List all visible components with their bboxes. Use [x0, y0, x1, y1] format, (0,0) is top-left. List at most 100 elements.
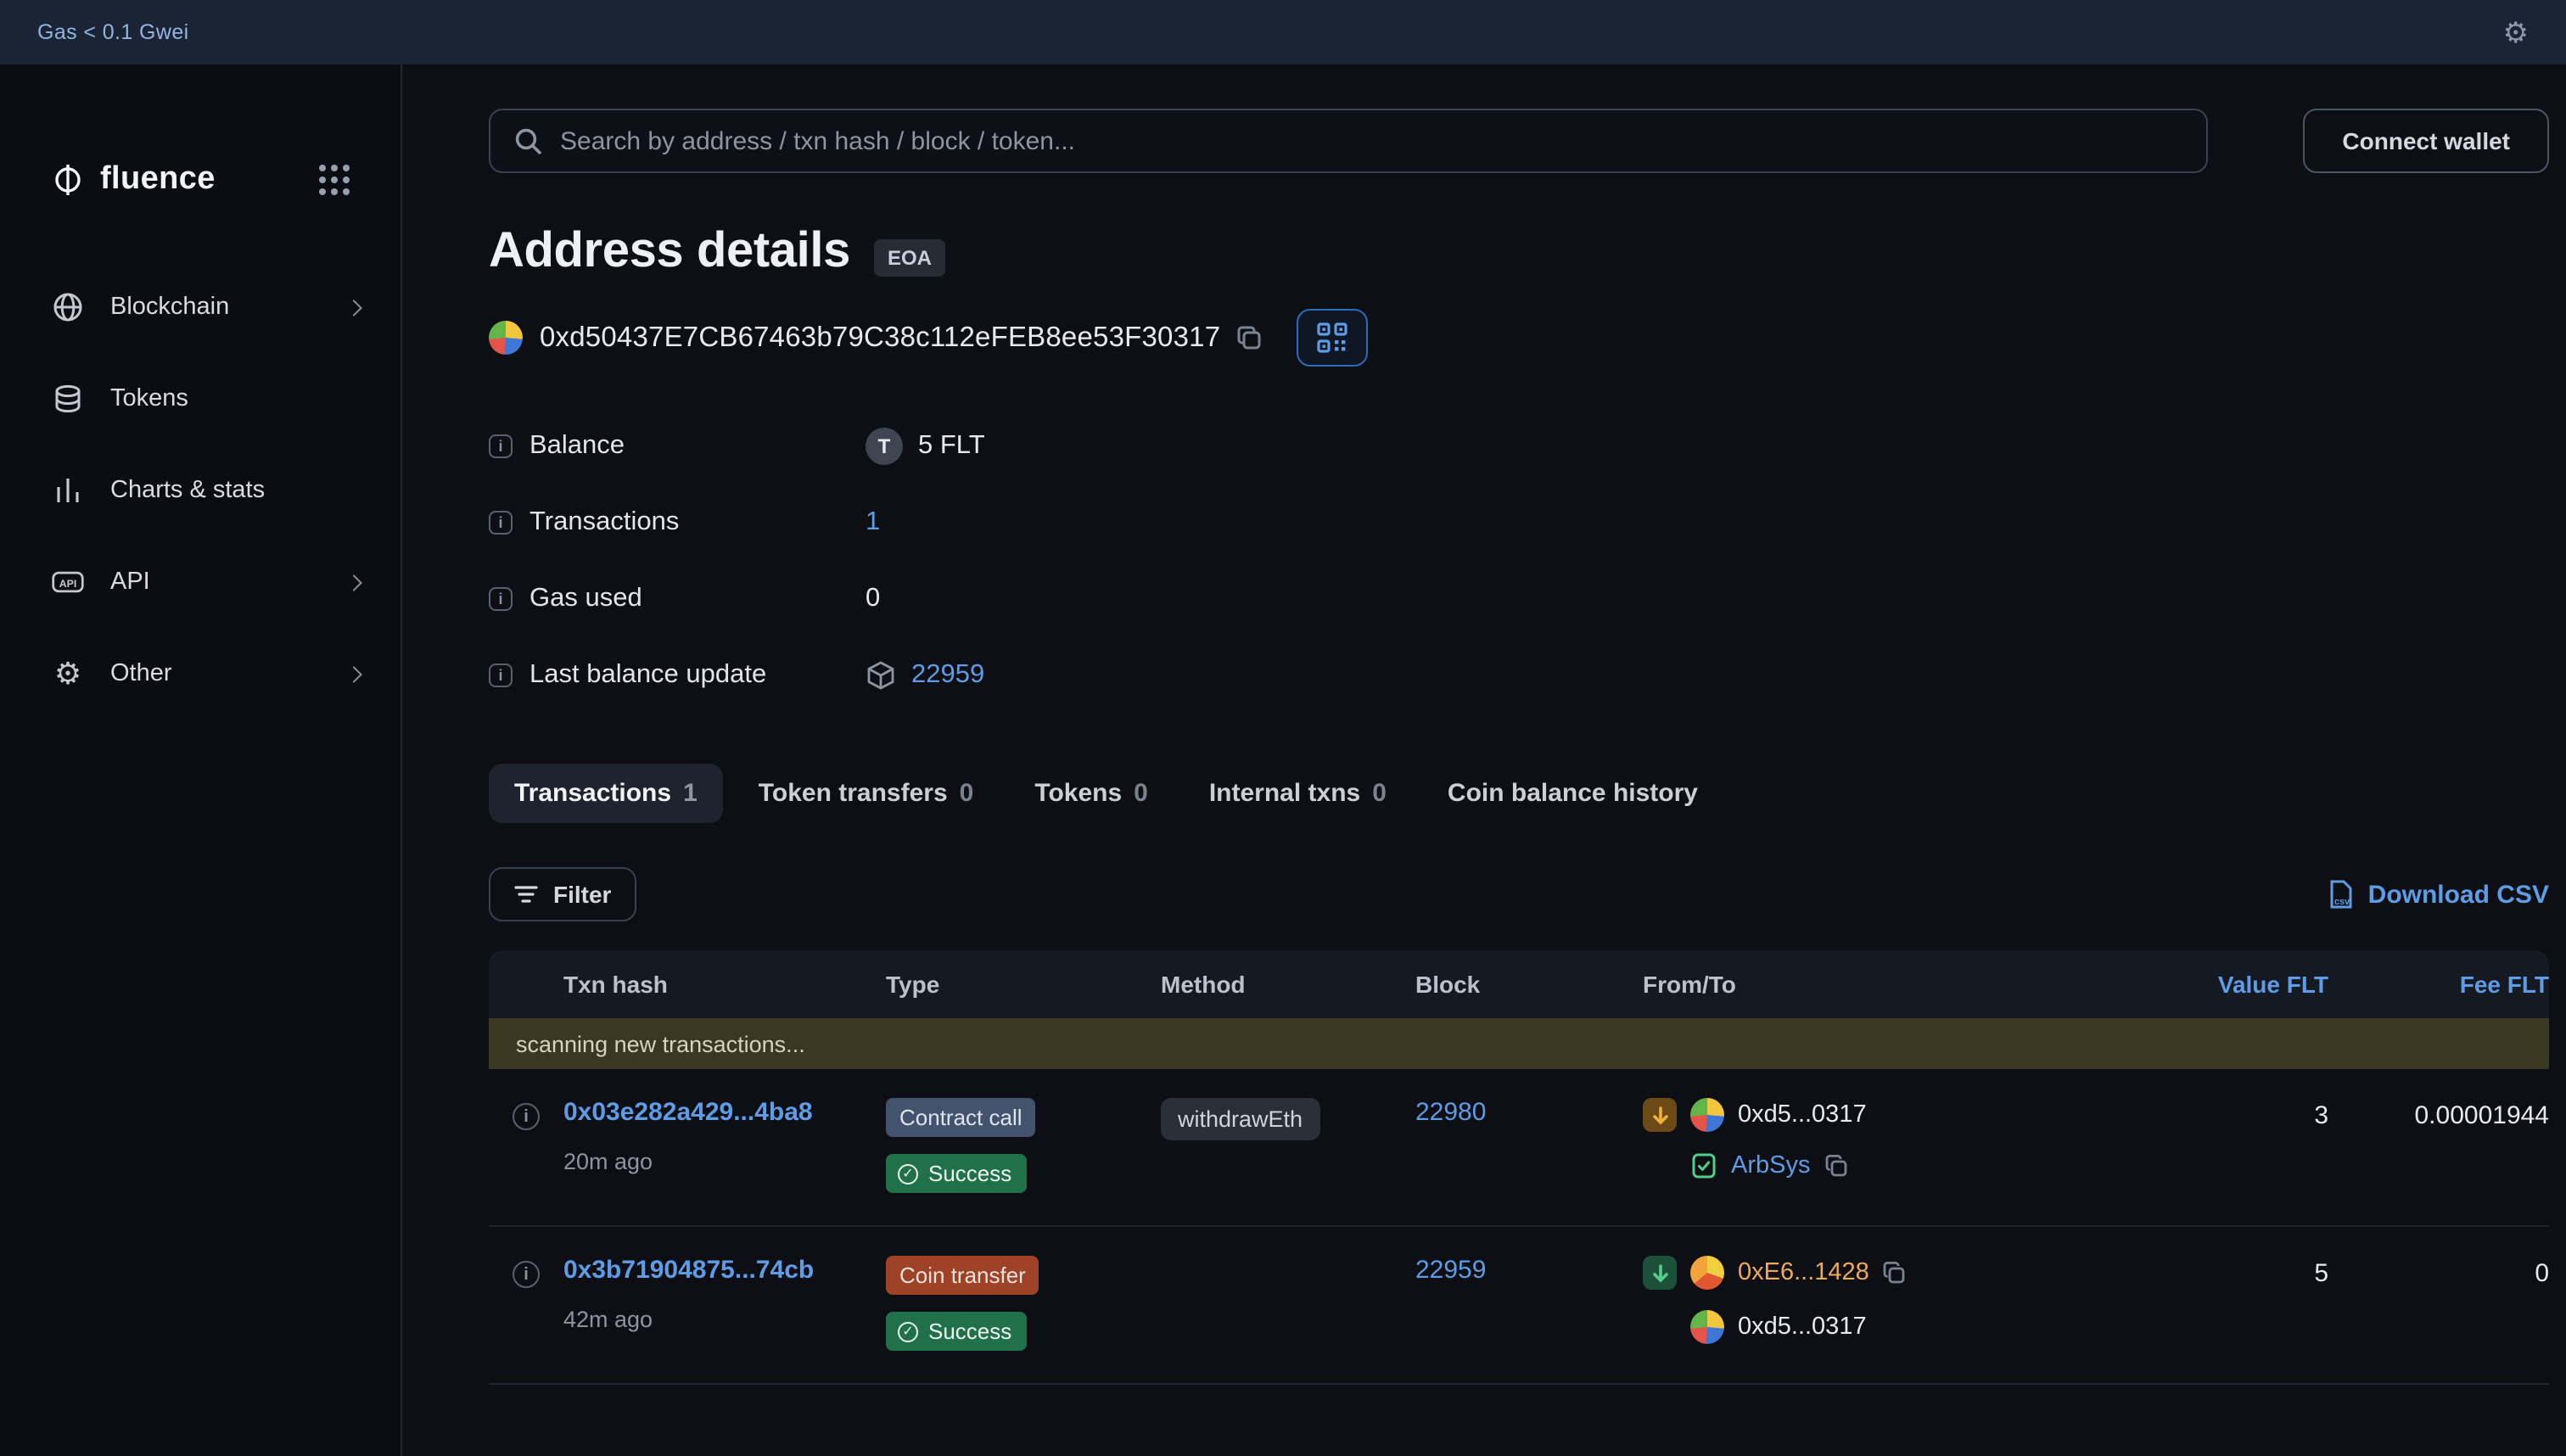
- transactions-count-link[interactable]: 1: [866, 507, 880, 537]
- sidebar-item-label: Tokens: [110, 385, 188, 412]
- sidebar-item-api[interactable]: API API: [0, 536, 401, 628]
- tab-bar: Transactions1 Token transfers0 Tokens0 I…: [489, 764, 2549, 823]
- copy-address-icon[interactable]: [1235, 324, 1263, 351]
- chevron-right-icon: [345, 299, 362, 316]
- search-input[interactable]: [560, 126, 2182, 155]
- coins-icon: [51, 382, 85, 416]
- status-badge: ✓Success: [886, 1312, 1027, 1351]
- sidebar-item-tokens[interactable]: Tokens: [0, 353, 401, 445]
- address-info: iBalance T5 FLT iTransactions 1 iGas use…: [489, 407, 2549, 713]
- info-hint-icon: i: [489, 434, 513, 457]
- tab-tokens[interactable]: Tokens0: [1009, 764, 1174, 823]
- value-cell: 5: [2176, 1256, 2328, 1288]
- tab-label: Transactions: [514, 779, 671, 808]
- tab-count: 0: [1134, 779, 1148, 808]
- tab-label: Token transfers: [759, 779, 948, 808]
- tab-label: Internal txns: [1209, 779, 1360, 808]
- sidebar-item-label: Blockchain: [110, 294, 229, 321]
- svg-text:csv: csv: [2335, 897, 2350, 907]
- last-balance-update-link[interactable]: 22959: [911, 659, 984, 690]
- download-csv-label: Download CSV: [2368, 880, 2549, 909]
- gas-used-value: 0: [866, 583, 880, 613]
- column-header-value[interactable]: Value FLT: [2176, 971, 2328, 998]
- balance-label: Balance: [529, 430, 625, 461]
- fluence-logo[interactable]: fluence: [0, 156, 401, 204]
- sidebar-item-label: Other: [110, 660, 172, 687]
- qr-code-button[interactable]: [1297, 309, 1368, 367]
- sidebar: fluence Blockchain Tokens: [0, 64, 402, 1456]
- scanning-banner: scanning new transactions...: [489, 1018, 2549, 1069]
- column-header-method: Method: [1161, 971, 1415, 998]
- status-badge: ✓Success: [886, 1154, 1027, 1193]
- info-hint-icon: i: [489, 586, 513, 610]
- info-hint-icon: i: [489, 663, 513, 686]
- tab-label: Coin balance history: [1448, 779, 1698, 808]
- direction-out-icon: [1643, 1098, 1677, 1132]
- svg-text:API: API: [59, 578, 77, 590]
- tab-transactions[interactable]: Transactions 1: [489, 764, 723, 823]
- settings-gear-icon[interactable]: ⚙: [2503, 18, 2530, 47]
- filter-button[interactable]: Filter: [489, 867, 636, 921]
- gas-tracker[interactable]: Gas < 0.1 Gwei: [37, 20, 189, 44]
- type-badge: Coin transfer: [886, 1256, 1039, 1295]
- to-contract-link[interactable]: ArbSys: [1731, 1152, 1811, 1179]
- transactions-label: Transactions: [529, 507, 679, 537]
- sidebar-item-charts-stats[interactable]: Charts & stats: [0, 445, 401, 536]
- topbar: Gas < 0.1 Gwei ⚙: [0, 0, 2566, 64]
- gear-icon: ⚙: [51, 657, 85, 691]
- apps-grid-icon[interactable]: [319, 165, 350, 195]
- method-badge: withdrawEth: [1161, 1098, 1319, 1140]
- fee-cell: 0: [2328, 1256, 2549, 1288]
- main-content: Connect wallet Address details EOA 0xd50…: [402, 64, 2566, 1456]
- txn-hash-link[interactable]: 0x03e282a429...4ba8: [563, 1098, 813, 1127]
- csv-icon: csv: [2328, 879, 2355, 910]
- sidebar-item-blockchain[interactable]: Blockchain: [0, 261, 401, 353]
- block-cube-icon: [866, 659, 896, 690]
- last-balance-update-label: Last balance update: [529, 659, 766, 690]
- search-icon: [514, 126, 543, 155]
- table-row: i 0x3b71904875...74cb 42m ago Coin trans…: [489, 1227, 2549, 1385]
- globe-icon: [51, 290, 85, 324]
- app-window: Gas < 0.1 Gwei ⚙ fluence Blockchain: [0, 0, 2566, 1456]
- tx-info-icon[interactable]: i: [513, 1103, 540, 1130]
- tab-internal-txns[interactable]: Internal txns 0: [1184, 764, 1412, 823]
- address-hash: 0xd50437E7CB67463b79C38c112eFEB8ee53F303…: [540, 322, 1220, 354]
- block-link[interactable]: 22959: [1415, 1256, 1486, 1285]
- txn-hash-link[interactable]: 0x3b71904875...74cb: [563, 1256, 814, 1285]
- block-link[interactable]: 22980: [1415, 1098, 1486, 1127]
- copy-icon[interactable]: [1883, 1261, 1907, 1285]
- info-row-balance: iBalance T5 FLT: [489, 407, 2549, 484]
- sidebar-item-other[interactable]: ⚙ Other: [0, 628, 401, 720]
- address-avatar: [489, 321, 523, 355]
- tab-count: 0: [1372, 779, 1387, 808]
- tab-token-transfers[interactable]: Token transfers0: [733, 764, 1000, 823]
- info-row-transactions: iTransactions 1: [489, 484, 2549, 560]
- download-csv-link[interactable]: csv Download CSV: [2328, 879, 2549, 910]
- from-avatar: [1690, 1098, 1724, 1132]
- phi-logo-icon: [51, 163, 85, 197]
- page-title: Address details: [489, 224, 850, 280]
- connect-wallet-button[interactable]: Connect wallet: [2303, 109, 2549, 173]
- direction-in-icon: [1643, 1256, 1677, 1290]
- from-address[interactable]: 0xd5...0317: [1738, 1101, 1867, 1128]
- tx-info-icon[interactable]: i: [513, 1261, 540, 1288]
- eoa-badge: EOA: [874, 238, 945, 276]
- chevron-right-icon: [345, 574, 362, 591]
- api-icon: API: [51, 565, 85, 599]
- table-toolbar: Filter csv Download CSV: [489, 867, 2549, 921]
- tab-coin-balance-history[interactable]: Coin balance history: [1422, 764, 1723, 823]
- table-header: Txn hash Type Method Block From/To Value…: [489, 950, 2549, 1018]
- check-icon: ✓: [898, 1163, 918, 1184]
- gas-used-label: Gas used: [529, 583, 642, 613]
- info-row-gas-used: i Gas used 0: [489, 560, 2549, 636]
- from-address-link[interactable]: 0xE6...1428: [1738, 1259, 1869, 1286]
- column-header-fee[interactable]: Fee FLT: [2328, 971, 2549, 998]
- fee-cell: 0.00001944: [2328, 1098, 2549, 1130]
- copy-icon[interactable]: [1824, 1154, 1848, 1178]
- value-cell: 3: [2176, 1098, 2328, 1130]
- logo-text: fluence: [100, 161, 216, 199]
- column-header-txn-hash: Txn hash: [563, 971, 886, 998]
- tab-count: 1: [683, 779, 698, 808]
- bar-chart-icon: [51, 473, 85, 507]
- from-avatar: [1690, 1256, 1724, 1290]
